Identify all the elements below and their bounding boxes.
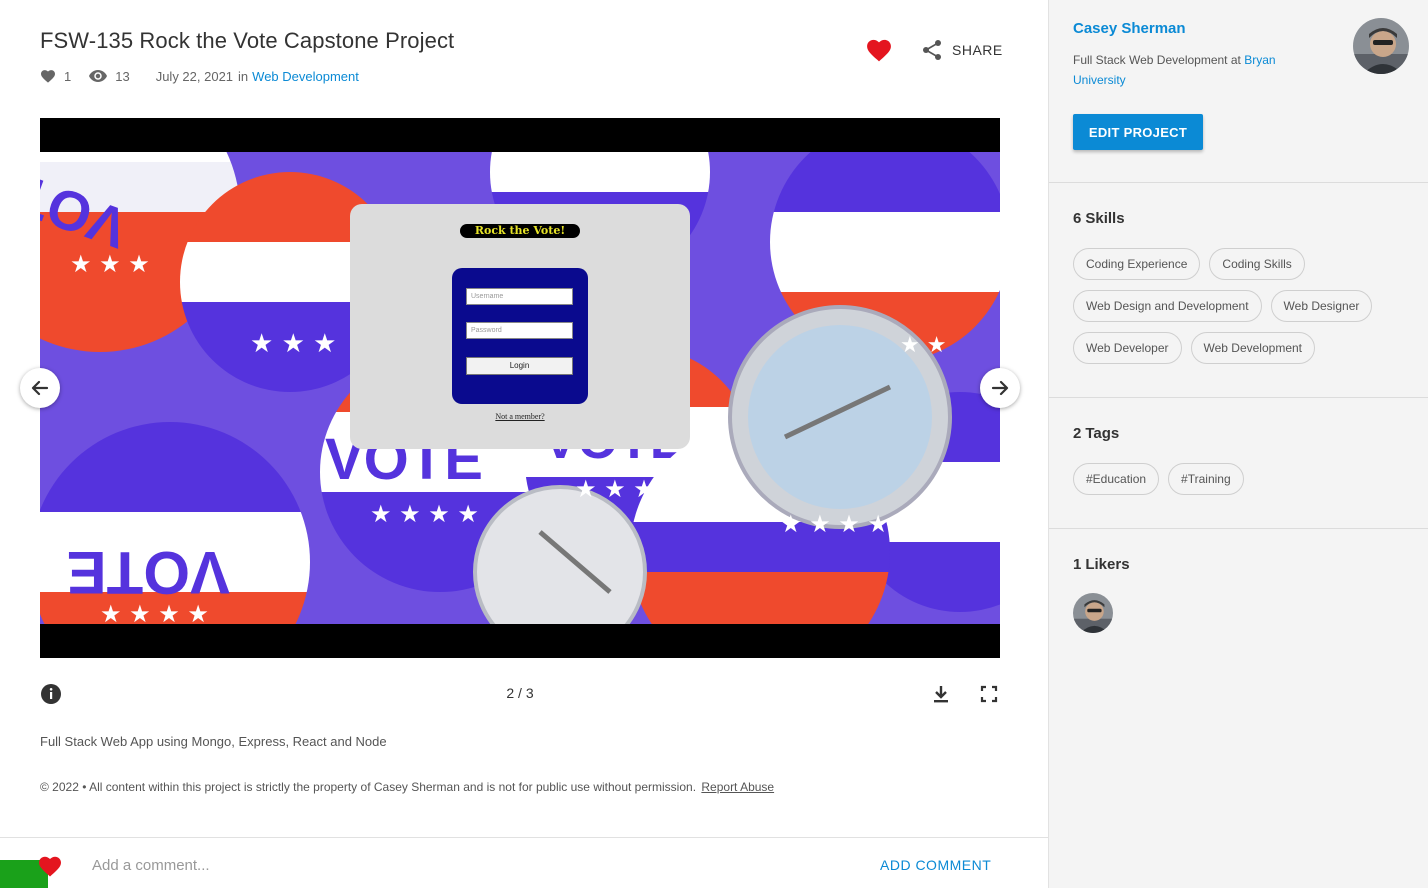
login-form: Username Password Login [452, 268, 588, 404]
comment-bar: ADD COMMENT [0, 837, 1048, 888]
divider [1049, 397, 1428, 398]
share-button[interactable]: SHARE [922, 38, 1003, 62]
edit-project-button[interactable]: EDIT PROJECT [1073, 114, 1203, 150]
media-viewer: VOTE VOTE VOTE VOTE [40, 118, 1000, 658]
viewer-toolbar: 2 / 3 [40, 680, 1000, 708]
report-abuse-link[interactable]: Report Abuse [701, 780, 774, 794]
password-field: Password [466, 322, 573, 339]
share-icon [923, 40, 941, 60]
heart-icon [867, 39, 891, 62]
views-count: 13 [115, 68, 130, 84]
download-icon [934, 686, 948, 703]
skills-heading: 6 Skills [1073, 210, 1125, 227]
like-button[interactable] [866, 38, 892, 64]
arrow-left-icon [31, 380, 49, 396]
fullscreen-button[interactable] [978, 683, 1000, 705]
skills-count: 6 [1073, 210, 1082, 227]
likers-count: 1 [1073, 556, 1082, 573]
project-date: July 22, 2021 [155, 68, 234, 84]
category-link[interactable]: Web Development [252, 69, 359, 84]
skills-list: Coding Experience Coding Skills Web Desi… [1073, 248, 1413, 374]
skill-chip[interactable]: Coding Skills [1209, 248, 1305, 280]
signup-link: Not a member? [495, 412, 545, 421]
arrow-right-icon [991, 380, 1009, 396]
app-title: Rock the Vote! [460, 224, 580, 238]
skill-chip[interactable]: Coding Experience [1073, 248, 1201, 280]
owner-role-text: Full Stack Web Development at [1073, 53, 1241, 67]
svg-text:★ ★: ★ ★ [900, 333, 946, 358]
likers-heading: 1 Likers [1073, 556, 1130, 573]
svg-text:★ ★ ★: ★ ★ ★ [250, 329, 336, 359]
comment-like-button[interactable] [38, 855, 62, 877]
tag-chip[interactable]: #Training [1168, 463, 1244, 495]
svg-text:★ ★ ★ ★: ★ ★ ★ ★ [780, 510, 889, 538]
likes-count: 1 [64, 68, 72, 84]
owner-avatar[interactable] [1353, 18, 1409, 74]
tags-list: #Education #Training [1073, 463, 1413, 505]
download-button[interactable] [930, 683, 952, 705]
login-screenshot-card: Rock the Vote! Username Password Login N… [350, 204, 690, 449]
tag-chip[interactable]: #Education [1073, 463, 1160, 495]
copyright-text: © 2022 • All content within this project… [40, 780, 697, 794]
copyright-notice: © 2022 • All content within this project… [40, 780, 774, 794]
skill-chip[interactable]: Web Designer [1270, 290, 1373, 322]
heart-icon [40, 69, 56, 83]
login-button: Login [466, 357, 573, 375]
slide-image: VOTE VOTE VOTE VOTE [40, 152, 1000, 624]
next-slide-button[interactable] [980, 368, 1020, 408]
tags-label: Tags [1085, 425, 1120, 442]
in-label: in [238, 68, 249, 84]
previous-slide-button[interactable] [20, 368, 60, 408]
comment-input[interactable] [92, 854, 792, 876]
svg-text:★ ★ ★: ★ ★ ★ [70, 250, 150, 278]
info-button[interactable] [40, 683, 62, 705]
sidebar: Casey Sherman Full Stack Web Development… [1048, 0, 1428, 888]
heart-icon [39, 856, 61, 877]
svg-text:★ ★ ★ ★: ★ ★ ★ ★ [100, 600, 209, 624]
tags-count: 2 [1073, 425, 1082, 442]
owner-role: Full Stack Web Development at Bryan Univ… [1073, 50, 1323, 90]
skills-label: Skills [1085, 210, 1125, 227]
owner-name-link[interactable]: Casey Sherman [1073, 20, 1186, 37]
main-content: FSW-135 Rock the Vote Capstone Project 1… [0, 0, 1048, 888]
project-meta: 1 13 July 22, 2021 in Web Development [40, 67, 359, 85]
avatar-photo [1353, 18, 1409, 74]
info-icon [41, 684, 61, 704]
slide-counter: 2 / 3 [506, 685, 534, 701]
likers-label: Likers [1085, 556, 1130, 573]
divider [1049, 182, 1428, 183]
divider [1049, 528, 1428, 529]
share-label: SHARE [952, 42, 1003, 58]
skill-chip[interactable]: Web Design and Development [1073, 290, 1262, 322]
project-description: Full Stack Web App using Mongo, Express,… [40, 734, 387, 749]
username-field: Username [466, 288, 573, 305]
vote-text: VOTE [67, 539, 230, 606]
project-title: FSW-135 Rock the Vote Capstone Project [40, 28, 455, 53]
add-comment-button[interactable]: ADD COMMENT [880, 857, 991, 873]
skill-chip[interactable]: Web Development [1190, 332, 1315, 364]
tags-heading: 2 Tags [1073, 425, 1119, 442]
avatar-photo [1073, 593, 1113, 633]
eye-icon [89, 70, 108, 82]
svg-text:★ ★ ★ ★: ★ ★ ★ ★ [370, 500, 479, 528]
skill-chip[interactable]: Web Developer [1073, 332, 1182, 364]
svg-text:★ ★ ★ ★: ★ ★ ★ ★ [575, 475, 684, 503]
liker-avatar[interactable] [1073, 593, 1113, 633]
fullscreen-icon [980, 685, 998, 703]
